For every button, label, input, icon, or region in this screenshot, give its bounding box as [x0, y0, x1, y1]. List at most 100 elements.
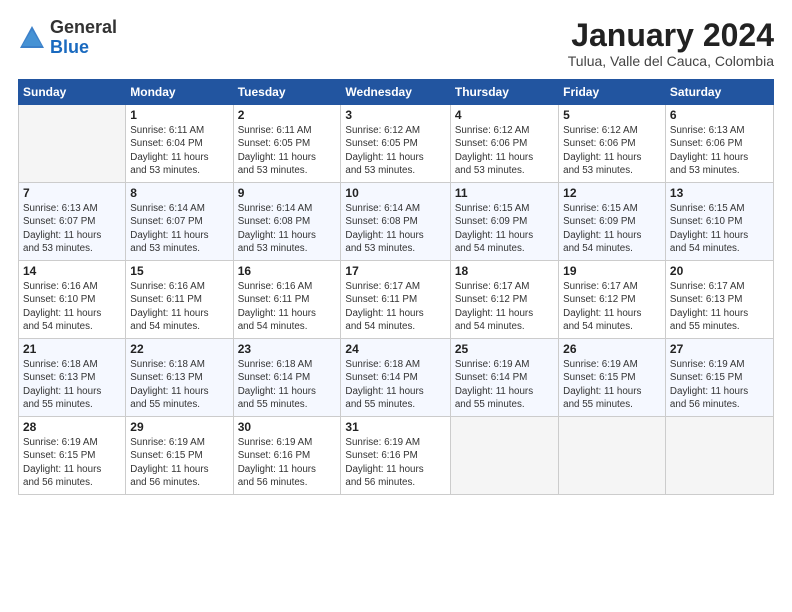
day-info: Sunrise: 6:14 AMSunset: 6:08 PMDaylight:… — [345, 202, 445, 255]
day-number: 6 — [670, 108, 769, 122]
week-row-2: 7Sunrise: 6:13 AMSunset: 6:07 PMDaylight… — [19, 183, 774, 261]
day-number: 13 — [670, 186, 769, 200]
day-info: Sunrise: 6:12 AMSunset: 6:06 PMDaylight:… — [563, 124, 661, 177]
day-info: Sunrise: 6:16 AMSunset: 6:11 PMDaylight:… — [130, 280, 228, 333]
day-info: Sunrise: 6:19 AMSunset: 6:16 PMDaylight:… — [238, 436, 337, 489]
week-row-1: 1Sunrise: 6:11 AMSunset: 6:04 PMDaylight… — [19, 105, 774, 183]
calendar-cell: 15 Sunrise: 6:16 AMSunset: 6:11 PMDayligh… — [126, 261, 233, 339]
calendar-cell: 6 Sunrise: 6:13 AMSunset: 6:06 PMDaylight… — [665, 105, 773, 183]
calendar-cell — [665, 417, 773, 495]
day-number: 14 — [23, 264, 121, 278]
day-number: 26 — [563, 342, 661, 356]
weekday-header-friday: Friday — [559, 80, 666, 105]
calendar-cell: 19Sunrise: 6:17 AMSunset: 6:12 PMDayligh… — [559, 261, 666, 339]
day-info: Sunrise: 6:19 AMSunset: 6:15 PMDaylight:… — [670, 358, 769, 411]
day-number: 23 — [238, 342, 337, 356]
logo-blue: Blue — [50, 37, 89, 57]
day-info: Sunrise: 6:16 AMSunset: 6:11 PMDaylight:… — [238, 280, 337, 333]
week-row-4: 21Sunrise: 6:18 AMSunset: 6:13 PMDayligh… — [19, 339, 774, 417]
day-number: 12 — [563, 186, 661, 200]
day-number: 9 — [238, 186, 337, 200]
calendar-cell: 22Sunrise: 6:18 AMSunset: 6:13 PMDayligh… — [126, 339, 233, 417]
day-info: Sunrise: 6:18 AMSunset: 6:13 PMDaylight:… — [130, 358, 228, 411]
calendar-cell: 18 Sunrise: 6:17 AMSunset: 6:12 PMDayligh… — [450, 261, 558, 339]
day-info: Sunrise: 6:13 AMSunset: 6:07 PMDaylight:… — [23, 202, 121, 255]
day-number: 27 — [670, 342, 769, 356]
weekday-header-row: SundayMondayTuesdayWednesdayThursdayFrid… — [19, 80, 774, 105]
calendar-cell: 8Sunrise: 6:14 AMSunset: 6:07 PMDaylight… — [126, 183, 233, 261]
calendar-cell: 29 Sunrise: 6:19 AMSunset: 6:15 PMDayligh… — [126, 417, 233, 495]
calendar-cell: 9 Sunrise: 6:14 AMSunset: 6:08 PMDaylight… — [233, 183, 341, 261]
day-info: Sunrise: 6:18 AMSunset: 6:14 PMDaylight:… — [238, 358, 337, 411]
calendar-cell: 10Sunrise: 6:14 AMSunset: 6:08 PMDayligh… — [341, 183, 450, 261]
day-number: 4 — [455, 108, 554, 122]
calendar-cell: 12 Sunrise: 6:15 AMSunset: 6:09 PMDayligh… — [559, 183, 666, 261]
calendar-cell: 2Sunrise: 6:11 AMSunset: 6:05 PMDaylight… — [233, 105, 341, 183]
day-number: 3 — [345, 108, 445, 122]
calendar-cell: 26 Sunrise: 6:19 AMSunset: 6:15 PMDayligh… — [559, 339, 666, 417]
calendar-cell — [450, 417, 558, 495]
weekday-header-tuesday: Tuesday — [233, 80, 341, 105]
logo-text: General Blue — [50, 18, 117, 58]
day-number: 29 — [130, 420, 228, 434]
title-block: January 2024 Tulua, Valle del Cauca, Col… — [568, 18, 774, 69]
week-row-3: 14 Sunrise: 6:16 AMSunset: 6:10 PMDayligh… — [19, 261, 774, 339]
logo-general: General — [50, 17, 117, 37]
day-number: 19 — [563, 264, 661, 278]
logo-icon — [18, 24, 46, 52]
day-number: 2 — [238, 108, 337, 122]
weekday-header-saturday: Saturday — [665, 80, 773, 105]
location-subtitle: Tulua, Valle del Cauca, Colombia — [568, 53, 774, 69]
day-number: 17 — [345, 264, 445, 278]
day-info: Sunrise: 6:19 AMSunset: 6:15 PMDaylight:… — [23, 436, 121, 489]
calendar-cell: 17Sunrise: 6:17 AMSunset: 6:11 PMDayligh… — [341, 261, 450, 339]
day-info: Sunrise: 6:19 AMSunset: 6:16 PMDaylight:… — [345, 436, 445, 489]
day-number: 11 — [455, 186, 554, 200]
calendar-cell: 24 Sunrise: 6:18 AMSunset: 6:14 PMDayligh… — [341, 339, 450, 417]
calendar-cell: 3 Sunrise: 6:12 AMSunset: 6:05 PMDaylight… — [341, 105, 450, 183]
calendar-cell: 11 Sunrise: 6:15 AMSunset: 6:09 PMDayligh… — [450, 183, 558, 261]
day-info: Sunrise: 6:19 AMSunset: 6:14 PMDaylight:… — [455, 358, 554, 411]
calendar-cell: 21Sunrise: 6:18 AMSunset: 6:13 PMDayligh… — [19, 339, 126, 417]
day-number: 30 — [238, 420, 337, 434]
calendar-cell: 13 Sunrise: 6:15 AMSunset: 6:10 PMDayligh… — [665, 183, 773, 261]
day-info: Sunrise: 6:17 AMSunset: 6:13 PMDaylight:… — [670, 280, 769, 333]
day-info: Sunrise: 6:13 AMSunset: 6:06 PMDaylight:… — [670, 124, 769, 177]
month-title: January 2024 — [568, 18, 774, 53]
calendar-cell: 7Sunrise: 6:13 AMSunset: 6:07 PMDaylight… — [19, 183, 126, 261]
day-info: Sunrise: 6:12 AMSunset: 6:06 PMDaylight:… — [455, 124, 554, 177]
day-info: Sunrise: 6:19 AMSunset: 6:15 PMDaylight:… — [130, 436, 228, 489]
calendar-cell: 4 Sunrise: 6:12 AMSunset: 6:06 PMDaylight… — [450, 105, 558, 183]
page-header: General Blue January 2024 Tulua, Valle d… — [18, 18, 774, 69]
day-info: Sunrise: 6:12 AMSunset: 6:05 PMDaylight:… — [345, 124, 445, 177]
day-number: 18 — [455, 264, 554, 278]
day-info: Sunrise: 6:17 AMSunset: 6:12 PMDaylight:… — [455, 280, 554, 333]
calendar-cell: 23 Sunrise: 6:18 AMSunset: 6:14 PMDayligh… — [233, 339, 341, 417]
day-info: Sunrise: 6:19 AMSunset: 6:15 PMDaylight:… — [563, 358, 661, 411]
day-info: Sunrise: 6:15 AMSunset: 6:09 PMDaylight:… — [563, 202, 661, 255]
logo: General Blue — [18, 18, 117, 58]
calendar-cell — [559, 417, 666, 495]
day-info: Sunrise: 6:15 AMSunset: 6:09 PMDaylight:… — [455, 202, 554, 255]
day-info: Sunrise: 6:16 AMSunset: 6:10 PMDaylight:… — [23, 280, 121, 333]
calendar-cell — [19, 105, 126, 183]
weekday-header-monday: Monday — [126, 80, 233, 105]
calendar-cell: 28 Sunrise: 6:19 AMSunset: 6:15 PMDayligh… — [19, 417, 126, 495]
day-info: Sunrise: 6:11 AMSunset: 6:04 PMDaylight:… — [130, 124, 228, 177]
day-number: 28 — [23, 420, 121, 434]
day-number: 16 — [238, 264, 337, 278]
calendar-table: SundayMondayTuesdayWednesdayThursdayFrid… — [18, 79, 774, 495]
week-row-5: 28 Sunrise: 6:19 AMSunset: 6:15 PMDayligh… — [19, 417, 774, 495]
day-info: Sunrise: 6:18 AMSunset: 6:14 PMDaylight:… — [345, 358, 445, 411]
calendar-cell: 20Sunrise: 6:17 AMSunset: 6:13 PMDayligh… — [665, 261, 773, 339]
day-info: Sunrise: 6:14 AMSunset: 6:07 PMDaylight:… — [130, 202, 228, 255]
day-number: 15 — [130, 264, 228, 278]
calendar-cell: 16 Sunrise: 6:16 AMSunset: 6:11 PMDayligh… — [233, 261, 341, 339]
day-info: Sunrise: 6:15 AMSunset: 6:10 PMDaylight:… — [670, 202, 769, 255]
day-number: 24 — [345, 342, 445, 356]
day-info: Sunrise: 6:18 AMSunset: 6:13 PMDaylight:… — [23, 358, 121, 411]
calendar-cell: 27 Sunrise: 6:19 AMSunset: 6:15 PMDayligh… — [665, 339, 773, 417]
day-info: Sunrise: 6:14 AMSunset: 6:08 PMDaylight:… — [238, 202, 337, 255]
calendar-cell: 30 Sunrise: 6:19 AMSunset: 6:16 PMDayligh… — [233, 417, 341, 495]
day-number: 25 — [455, 342, 554, 356]
